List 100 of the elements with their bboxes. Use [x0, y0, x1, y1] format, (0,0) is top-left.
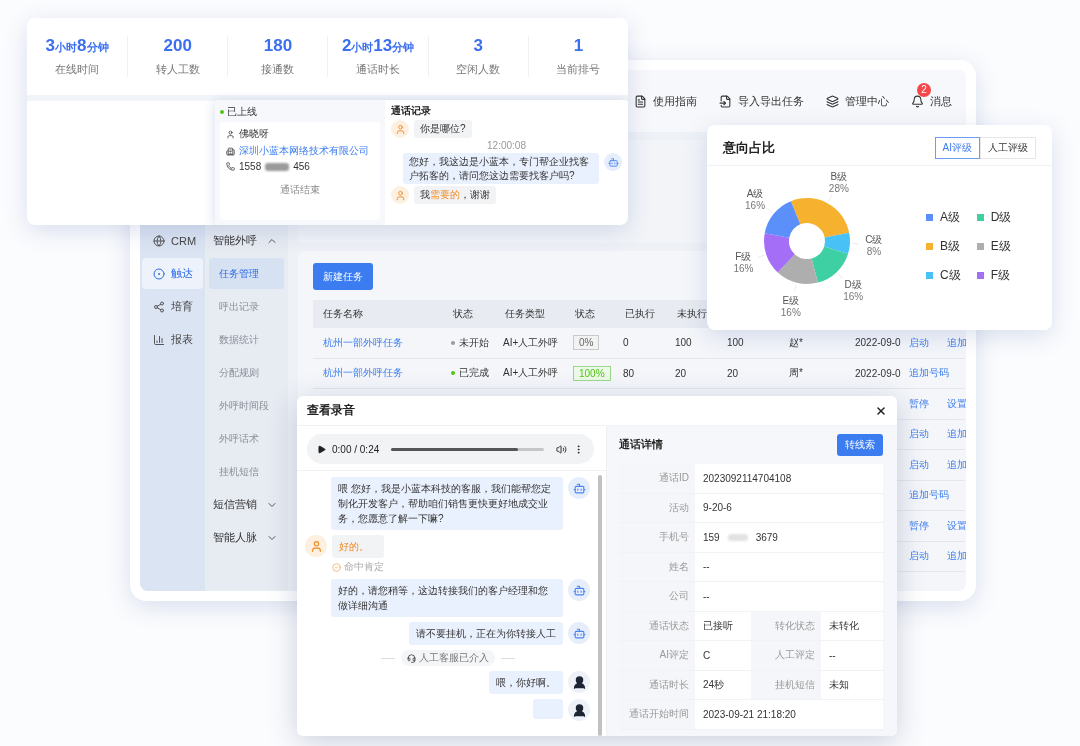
- nav-item[interactable]: CRM: [142, 225, 203, 256]
- menu-item[interactable]: 外呼话术: [209, 423, 284, 454]
- action-link[interactable]: 追加: [947, 457, 966, 472]
- slice-label: D级: [844, 278, 862, 290]
- legend-item: A级: [926, 208, 961, 226]
- field-value: 2023-09-21 21:18:20: [702, 707, 797, 722]
- status-text: 已完成: [459, 366, 489, 381]
- company-link[interactable]: 深圳小蓝本网络技术有限公司: [226, 144, 374, 158]
- field-value: 未转化: [828, 618, 860, 633]
- table-cell: AI+人工外呼: [503, 366, 559, 381]
- audio-player[interactable]: 0:00 / 0:24: [307, 434, 594, 464]
- field-label: 通话时长: [619, 670, 695, 699]
- phone-icon: [226, 162, 235, 171]
- rating-tab[interactable]: 人工评级: [980, 137, 1036, 159]
- card-title: 意向占比: [723, 139, 775, 157]
- stat-label: 当前排号: [556, 62, 601, 77]
- table-cell: 100: [727, 337, 744, 349]
- slice-value-label: 16%: [780, 307, 801, 318]
- field-label: 通话状态: [619, 611, 695, 640]
- new-task-button[interactable]: 新建任务: [313, 263, 373, 290]
- menu-group[interactable]: 智能人脉: [209, 522, 284, 553]
- nav-item[interactable]: 报表: [142, 324, 203, 355]
- customer-message: 好的。: [332, 535, 384, 558]
- system-notice: 人工客服已介入: [400, 650, 495, 666]
- panel-title: 通话记录: [391, 104, 432, 118]
- menu-group[interactable]: 智能外呼: [209, 225, 284, 256]
- timestamp: 12:00:08: [486, 140, 527, 151]
- field-label: 通话ID: [619, 464, 695, 493]
- task-link[interactable]: 杭州一部外呼任务: [323, 335, 403, 350]
- bot-message: 请不要挂机，正在为你转接人工: [409, 622, 563, 645]
- action-link[interactable]: 启动: [909, 427, 929, 442]
- dialog-title: 查看录音: [307, 403, 355, 418]
- action-link[interactable]: 设置: [947, 518, 966, 533]
- stat-label: 转人工数: [155, 62, 200, 77]
- slice-label: E级: [782, 295, 800, 306]
- scrollbar[interactable]: [598, 475, 602, 736]
- convert-button[interactable]: 转线索: [837, 434, 883, 456]
- nav-item[interactable]: 培育: [142, 291, 203, 322]
- action-link[interactable]: 暂停: [909, 518, 929, 533]
- close-icon[interactable]: [875, 404, 887, 417]
- bot-message: 好的，请您稍等，这边转接我们的客户经理和您做详细沟通: [331, 579, 563, 617]
- menu-group[interactable]: 短信营销: [209, 489, 284, 520]
- volume-icon[interactable]: [556, 443, 567, 455]
- menu-item[interactable]: 任务管理: [209, 258, 284, 289]
- progress-tag: 100%: [573, 365, 611, 381]
- toolbar-link[interactable]: 管理中心: [826, 93, 889, 109]
- robot-avatar-icon: [568, 579, 590, 601]
- field-label: 活动: [619, 493, 695, 522]
- menu-item[interactable]: 呼出记录: [209, 291, 284, 322]
- notification-badge: 2: [917, 82, 931, 97]
- slice-value-label: 8%: [866, 245, 882, 257]
- menu-item[interactable]: 数据统计: [209, 324, 284, 355]
- field-label: 挂机短信: [751, 670, 821, 699]
- slice-label: F级: [735, 251, 752, 263]
- menu-item[interactable]: 分配规则: [209, 357, 284, 388]
- field-label: AI评定: [619, 641, 695, 670]
- slice-label: C级: [865, 233, 883, 245]
- toolbar-link[interactable]: 导入导出任务: [719, 93, 804, 109]
- bell-icon: [911, 94, 924, 108]
- action-link[interactable]: 追加: [947, 335, 966, 350]
- column-header: 状态: [443, 300, 495, 328]
- task-link[interactable]: 杭州一部外呼任务: [323, 366, 403, 381]
- nodes-icon: [153, 300, 165, 313]
- action-link[interactable]: 启动: [909, 549, 929, 564]
- action-link[interactable]: 暂停: [909, 396, 929, 411]
- stat-value: 180: [263, 36, 293, 56]
- field-value: --: [702, 560, 711, 575]
- action-link[interactable]: 设置: [947, 396, 966, 411]
- column-header: 任务类型: [495, 300, 565, 328]
- action-link[interactable]: 追加号码: [909, 366, 949, 381]
- nav-item[interactable]: 触达: [142, 258, 203, 289]
- bar-chart-icon: [153, 333, 165, 346]
- table-cell: 0: [623, 337, 629, 349]
- action-link[interactable]: 追加号码: [909, 488, 949, 503]
- section-title: 通话详情: [619, 438, 663, 452]
- slice-label: B级: [830, 171, 848, 183]
- slice-value-label: 28%: [828, 183, 849, 195]
- redaction-blur: [727, 533, 748, 541]
- toolbar-link[interactable]: 使用指南: [634, 93, 697, 109]
- user-avatar-icon: [391, 186, 409, 204]
- field-value: 2023092114704108: [702, 471, 793, 486]
- play-icon[interactable]: [317, 444, 326, 454]
- call-state: 通话结束: [279, 183, 321, 197]
- action-link[interactable]: 追加: [947, 549, 966, 564]
- action-link[interactable]: 启动: [909, 457, 929, 472]
- action-link[interactable]: 追加: [947, 427, 966, 442]
- online-status: 已上线: [220, 105, 380, 119]
- column-header: 已执行: [615, 300, 667, 328]
- menu-item[interactable]: 挂机短信: [209, 456, 284, 487]
- rating-tab[interactable]: AI评级: [934, 137, 980, 159]
- user-avatar-icon: [305, 535, 327, 557]
- redaction-blur: [265, 162, 290, 171]
- field-label: 通话开始时间: [619, 700, 695, 729]
- audio-track[interactable]: [391, 447, 544, 451]
- field-value: C: [702, 648, 712, 663]
- table-cell: 赵*: [789, 335, 803, 350]
- field-label: 公司: [619, 582, 695, 611]
- field-value: 已接听: [702, 618, 734, 633]
- menu-item[interactable]: 外呼时间段: [209, 390, 284, 421]
- action-link[interactable]: 启动: [909, 335, 929, 350]
